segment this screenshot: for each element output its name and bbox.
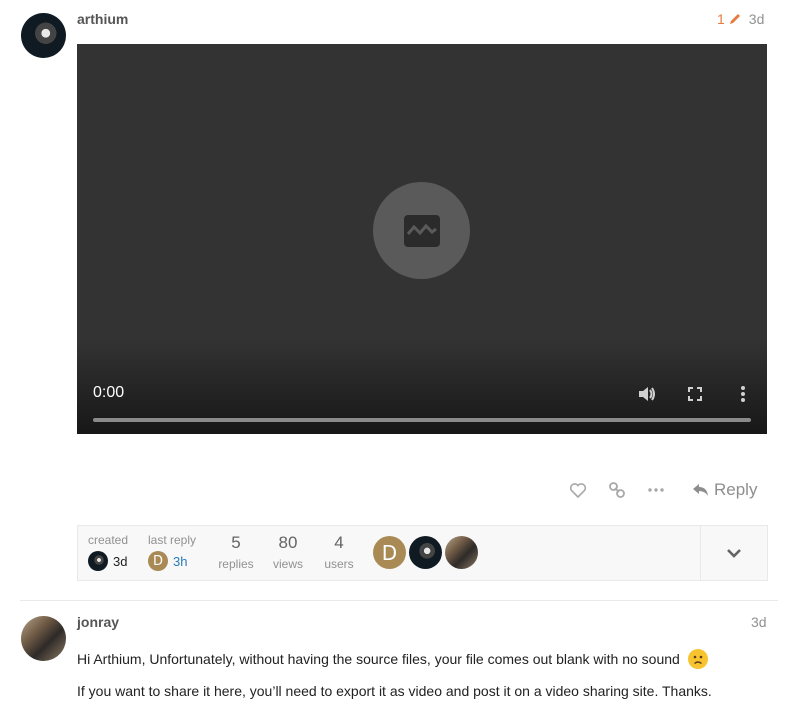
video-current-time: 0:00 bbox=[93, 384, 125, 401]
edit-count[interactable]: 1 bbox=[717, 11, 725, 27]
more-options-icon[interactable] bbox=[731, 382, 755, 406]
post2-username[interactable]: jonray bbox=[77, 614, 119, 630]
views-count: 80 bbox=[278, 533, 298, 552]
post-divider bbox=[20, 600, 778, 601]
last-reply-time: 3h bbox=[173, 553, 188, 569]
participant-avatar-arthium[interactable] bbox=[409, 536, 442, 569]
video-error-button[interactable] bbox=[373, 182, 470, 279]
participant-avatar-jonray[interactable] bbox=[445, 536, 478, 569]
post2-line1: Hi Arthium, Unfortunately, without havin… bbox=[77, 649, 708, 669]
users-stat: 4 users bbox=[321, 533, 357, 571]
created-stat[interactable]: created 3d bbox=[88, 533, 128, 571]
slightly-frowning-face-icon bbox=[687, 649, 708, 669]
post2-line1-text: Hi Arthium, Unfortunately, without havin… bbox=[77, 651, 680, 667]
replies-label: replies bbox=[218, 557, 254, 571]
last-reply-avatar[interactable]: D bbox=[148, 551, 168, 571]
like-heart-icon[interactable] bbox=[567, 479, 589, 501]
last-reply-label: last reply bbox=[148, 533, 197, 547]
replies-count: 5 bbox=[231, 533, 241, 552]
share-link-icon[interactable] bbox=[606, 479, 628, 501]
created-label: created bbox=[88, 533, 129, 547]
video-player[interactable]: 0:00 bbox=[77, 44, 767, 434]
replies-stat: 5 replies bbox=[216, 533, 256, 571]
more-actions-icon[interactable] bbox=[645, 479, 667, 501]
last-reply-stat[interactable]: last reply D 3h bbox=[148, 533, 196, 571]
reply-label: Reply bbox=[714, 480, 758, 499]
users-label: users bbox=[324, 557, 354, 571]
chevron-down-icon bbox=[726, 548, 742, 558]
volume-icon[interactable] bbox=[635, 382, 659, 406]
created-avatar[interactable] bbox=[88, 551, 108, 571]
post2-line2: If you want to share it here, you’ll nee… bbox=[77, 683, 712, 699]
avatar-jonray[interactable] bbox=[21, 616, 66, 661]
topic-map: created 3d last reply D 3h 5 replies 80 … bbox=[77, 525, 768, 581]
expand-topic-map-button[interactable] bbox=[700, 526, 767, 580]
post2-time[interactable]: 3d bbox=[751, 614, 767, 630]
reply-button[interactable]: Reply bbox=[692, 479, 757, 501]
views-label: views bbox=[272, 557, 303, 571]
reply-arrow-icon bbox=[692, 482, 710, 498]
views-stat: 80 views bbox=[270, 533, 306, 571]
avatar-arthium[interactable] bbox=[21, 13, 66, 58]
users-count: 4 bbox=[334, 533, 344, 552]
video-progress-bar[interactable] bbox=[93, 418, 751, 422]
participant-avatar-d[interactable]: D bbox=[373, 536, 406, 569]
broken-image-icon bbox=[403, 214, 441, 248]
pencil-icon[interactable] bbox=[728, 12, 742, 26]
post-time[interactable]: 3d bbox=[749, 11, 765, 27]
post-meta: 1 3d bbox=[717, 11, 764, 27]
fullscreen-icon[interactable] bbox=[683, 382, 707, 406]
created-time: 3d bbox=[113, 553, 128, 569]
post-username[interactable]: arthium bbox=[77, 11, 128, 27]
